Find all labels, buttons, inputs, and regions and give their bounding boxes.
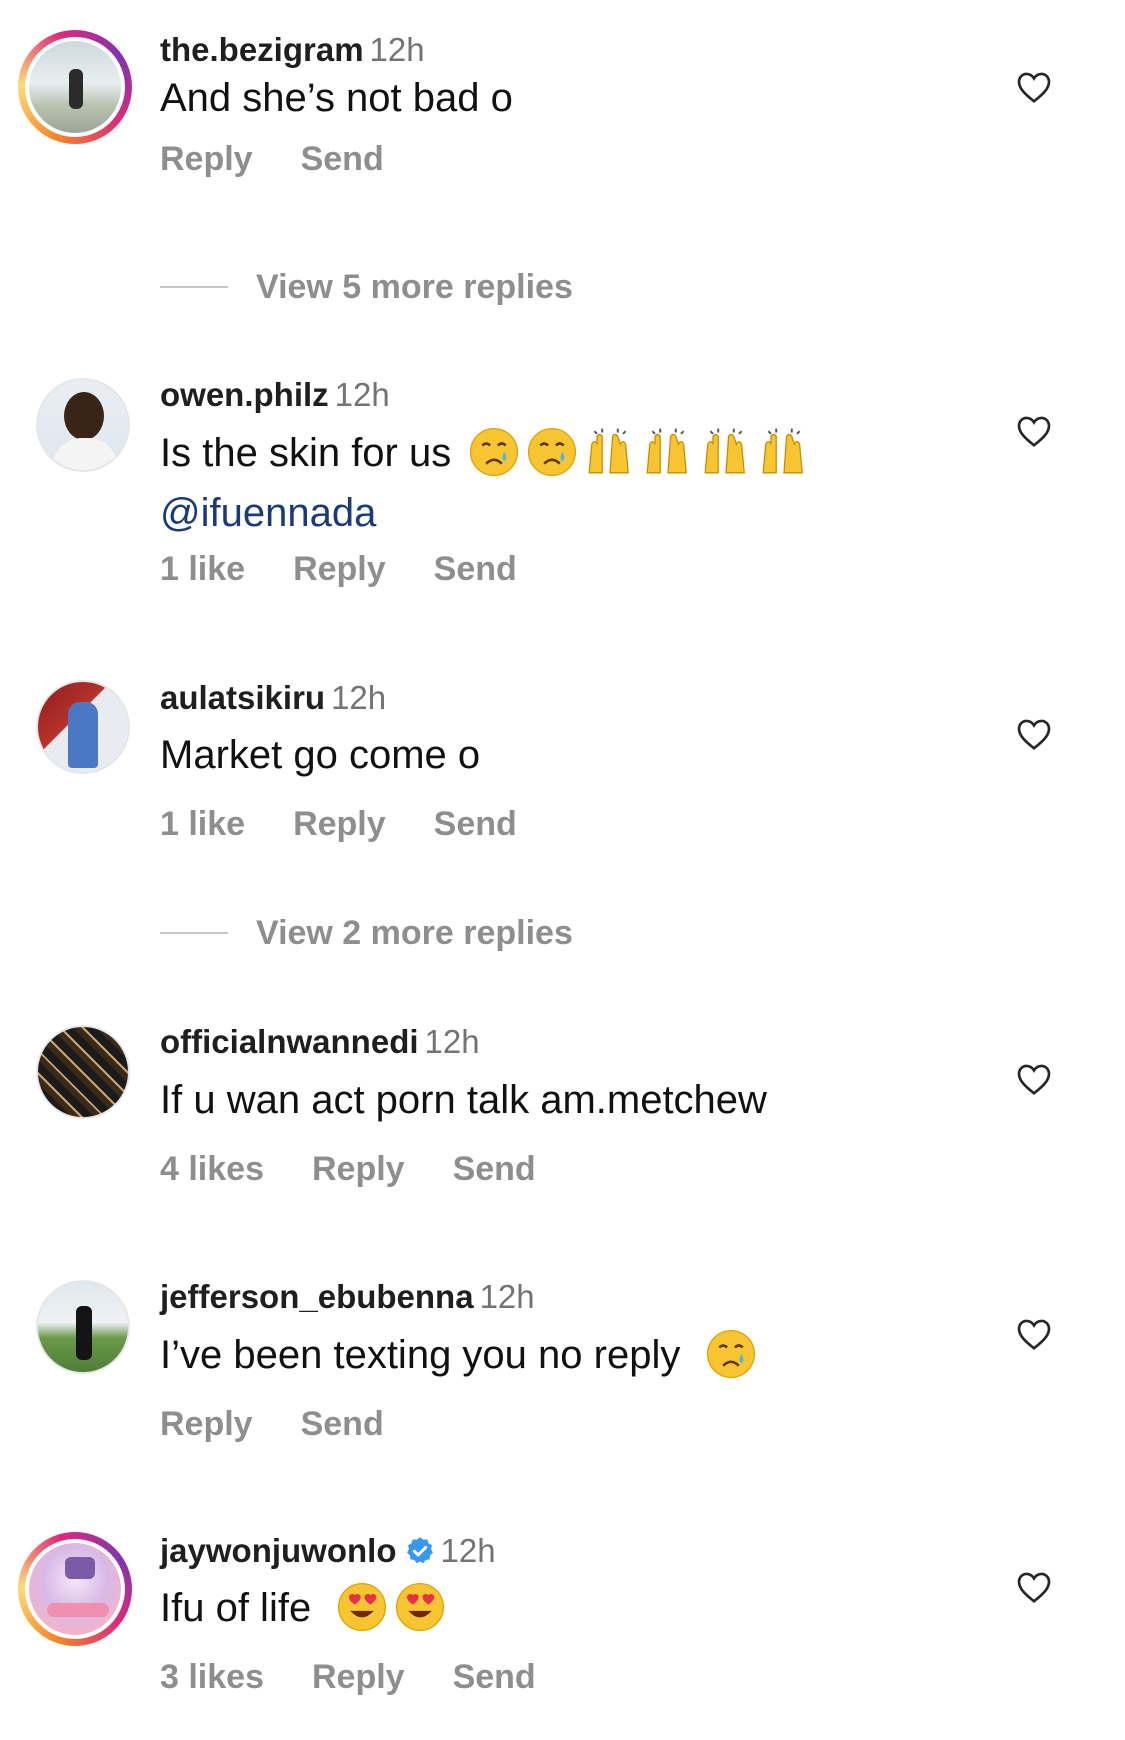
likes-count[interactable]: 3 likes [160,1658,264,1696]
raising-hands-icon [762,428,804,474]
send-button[interactable]: Send [434,805,517,843]
heart-outline-icon[interactable] [1016,1317,1052,1351]
comment-text: Ifu of life [160,1578,920,1638]
avatar[interactable] [18,30,132,144]
heart-outline-icon[interactable] [1016,414,1052,448]
avatar[interactable] [36,1025,130,1119]
send-button[interactable]: Send [453,1658,536,1696]
reply-button[interactable]: Reply [312,1658,405,1696]
comment-time: 12h [334,376,390,413]
divider [160,286,228,288]
heart-outline-icon[interactable] [1016,70,1052,104]
comment-time: 12h [479,1278,535,1315]
crying-face-icon [707,1329,756,1379]
avatar[interactable] [36,1280,130,1374]
comment-text: I’ve been texting you no reply [160,1325,920,1385]
comment-username[interactable]: jefferson_ebubenna [160,1278,474,1315]
view-more-replies[interactable]: View 2 more replies [160,913,573,953]
send-button[interactable]: Send [434,550,517,588]
reply-button[interactable]: Reply [160,1405,253,1443]
comment-time: 12h [440,1532,496,1569]
heart-eyes-face-icon [396,1582,445,1632]
likes-count[interactable]: 1 like [160,550,245,588]
view-more-label[interactable]: View 2 more replies [256,914,573,953]
crying-face-icon [528,427,577,477]
raising-hands-icon [588,428,630,474]
verified-badge-icon [406,1537,433,1564]
heart-outline-icon[interactable] [1016,1570,1052,1604]
heart-outline-icon[interactable] [1016,1062,1052,1096]
raising-hands-icon [646,428,688,474]
comment-time: 12h [331,679,387,716]
comment-username[interactable]: officialnwannedi [160,1023,419,1060]
avatar[interactable] [36,378,130,472]
comment-time: 12h [369,31,425,68]
comment-time: 12h [424,1023,480,1060]
comment-text: Is the skin for us @ifuennada [160,423,920,543]
send-button[interactable]: Send [453,1150,536,1188]
raising-hands-icon [704,428,746,474]
mention-link[interactable]: @ifuennada [160,491,376,535]
comment-text: Market go come o [160,733,481,777]
likes-count[interactable]: 4 likes [160,1150,264,1188]
view-more-replies[interactable]: View 5 more replies [160,267,573,307]
comment-username[interactable]: jaywonjuwonlo [160,1532,397,1569]
reply-button[interactable]: Reply [160,140,253,178]
reply-button[interactable]: Reply [312,1150,405,1188]
send-button[interactable]: Send [301,140,384,178]
divider [160,932,228,934]
comment-username[interactable]: the.bezigram [160,31,364,68]
reply-button[interactable]: Reply [293,805,386,843]
comment-text: If u wan act porn talk am.metchew [160,1078,767,1122]
likes-count[interactable]: 1 like [160,805,245,843]
comment-text: And she’s not bad o [160,76,513,120]
view-more-label[interactable]: View 5 more replies [256,268,573,307]
heart-outline-icon[interactable] [1016,717,1052,751]
reply-button[interactable]: Reply [293,550,386,588]
crying-face-icon [470,427,519,477]
send-button[interactable]: Send [301,1405,384,1443]
comment-username[interactable]: owen.philz [160,376,329,413]
comment-username[interactable]: aulatsikiru [160,679,325,716]
avatar[interactable] [36,680,130,774]
heart-eyes-face-icon [338,1582,387,1632]
avatar[interactable] [18,1532,132,1646]
